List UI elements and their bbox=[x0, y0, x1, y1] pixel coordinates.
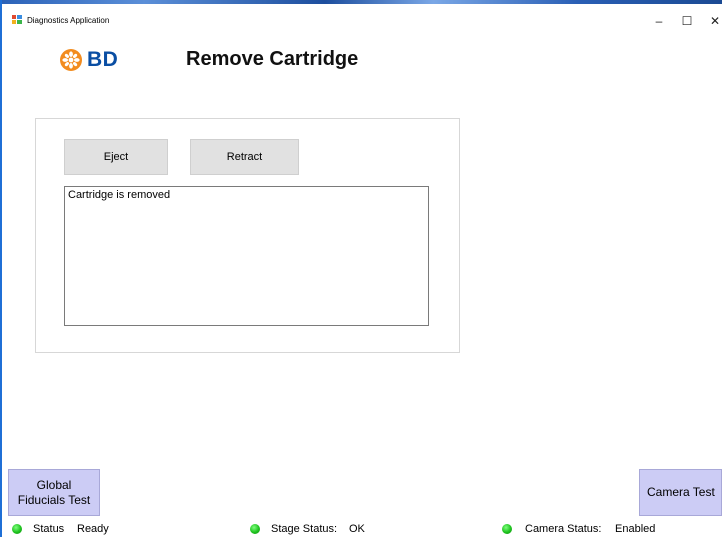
bd-sunburst-logo-icon bbox=[60, 49, 82, 71]
status-label: Status bbox=[33, 523, 65, 535]
stage-status-value: OK bbox=[349, 523, 365, 535]
camera-status-label: Camera Status: bbox=[525, 523, 602, 535]
camera-status-indicator-icon bbox=[502, 524, 512, 534]
global-fiducials-test-button[interactable]: Global Fiducials Test bbox=[8, 469, 100, 516]
minimize-icon: – bbox=[655, 14, 663, 28]
close-icon: ✕ bbox=[709, 14, 721, 28]
eject-button[interactable]: Eject bbox=[64, 139, 168, 175]
camera-test-button[interactable]: Camera Test bbox=[639, 469, 722, 516]
logo-text: BD bbox=[87, 48, 119, 71]
status-value: Ready bbox=[77, 523, 109, 535]
title-bar[interactable]: Diagnostics Application – ☐ ✕ bbox=[2, 4, 722, 32]
close-button[interactable]: ✕ bbox=[701, 11, 722, 31]
stage-status-label: Stage Status: bbox=[271, 523, 338, 535]
status-bar: Status Ready Stage Status: OK Camera Sta… bbox=[2, 521, 722, 537]
camera-status-value: Enabled bbox=[615, 523, 656, 535]
maximize-icon: ☐ bbox=[681, 14, 693, 28]
page-title: Remove Cartridge bbox=[186, 48, 359, 70]
stage-status-indicator-icon bbox=[250, 524, 260, 534]
app-icon bbox=[12, 15, 22, 24]
maximize-button[interactable]: ☐ bbox=[673, 11, 701, 31]
retract-button[interactable]: Retract bbox=[190, 139, 299, 175]
output-log[interactable]: Cartridge is removed bbox=[64, 186, 429, 326]
window-left-edge bbox=[0, 0, 2, 537]
status-indicator-icon bbox=[12, 524, 22, 534]
window-title: Diagnostics Application bbox=[27, 16, 110, 25]
minimize-button[interactable]: – bbox=[645, 11, 673, 31]
bd-logo: BD bbox=[60, 45, 118, 75]
